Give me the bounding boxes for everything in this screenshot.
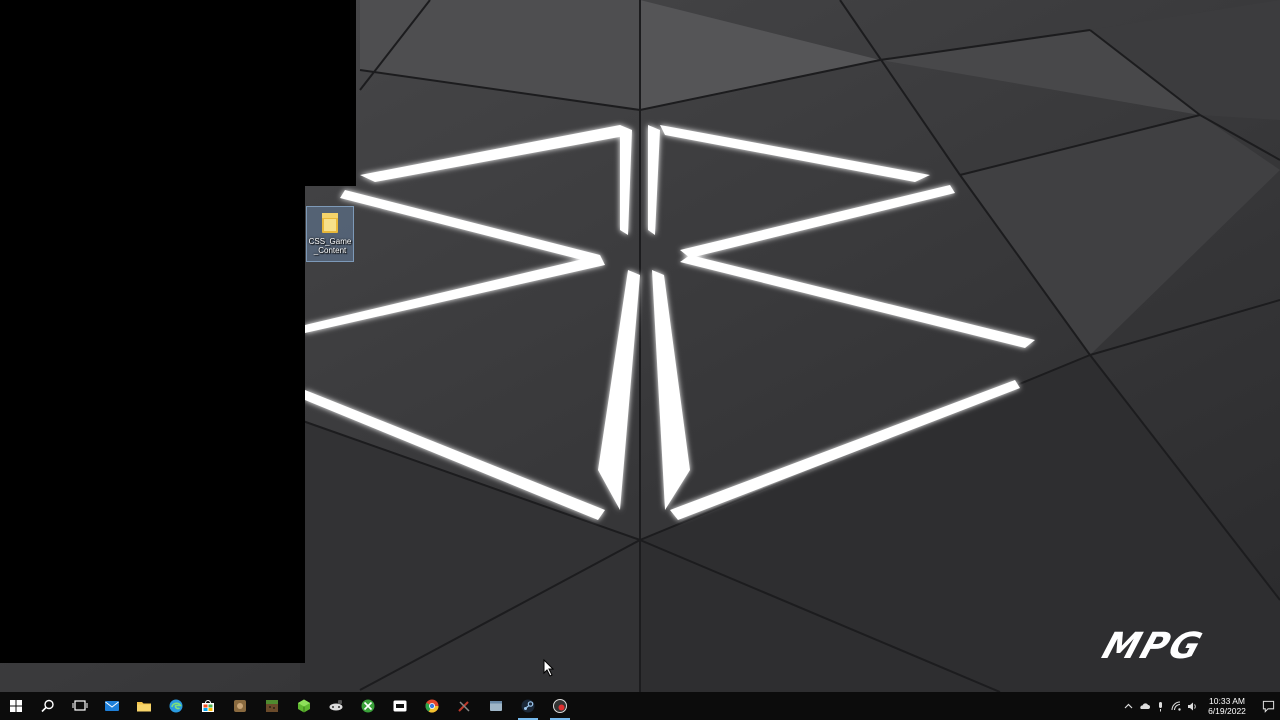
tray-microphone[interactable]: [1152, 692, 1168, 720]
taskbar-app-edge[interactable]: [160, 692, 192, 720]
taskbar-app-list: [96, 692, 576, 720]
clock-date: 6/19/2022: [1208, 706, 1246, 716]
steam-icon: [521, 699, 535, 713]
notification-icon: [1262, 700, 1274, 713]
search-icon: [41, 699, 54, 713]
tools-icon: [458, 701, 470, 712]
mouse-cursor-icon: [543, 659, 555, 677]
clock-time: 10:33 AM: [1209, 696, 1245, 706]
controller-icon: [329, 700, 343, 711]
taskbar-app-game-app-2[interactable]: [288, 692, 320, 720]
taskbar-app-steam[interactable]: [512, 692, 544, 720]
taskbar-app-app-recorder[interactable]: [544, 692, 576, 720]
blank-region-top: [305, 0, 356, 186]
taskbar-app-file-explorer[interactable]: [128, 692, 160, 720]
square-app-icon: [393, 700, 407, 712]
brand-logo: MPG: [1097, 626, 1209, 667]
taskbar-app-game-app-1[interactable]: [224, 692, 256, 720]
taskbar-app-app-controller[interactable]: [320, 692, 352, 720]
network-icon: [1171, 701, 1181, 711]
taskbar-app-minecraft[interactable]: [256, 692, 288, 720]
task-view-icon: [72, 700, 88, 711]
desktop-screen: CSS_Game_Content MPG 10:33 AM 6/19/2022: [0, 0, 1280, 720]
cloud-icon: [1139, 702, 1150, 709]
folder-icon: [137, 702, 151, 712]
xbox-icon: [361, 699, 375, 713]
taskbar-app-app-tools[interactable]: [448, 692, 480, 720]
minecraft-icon: [266, 700, 278, 712]
search-button[interactable]: [32, 692, 64, 720]
windows-start-icon: [10, 700, 22, 712]
game-icon: [234, 700, 246, 712]
taskbar: 10:33 AM 6/19/2022: [0, 692, 1280, 720]
edge-icon: [169, 699, 183, 713]
task-view-button[interactable]: [64, 692, 96, 720]
action-center-button[interactable]: [1256, 692, 1280, 720]
tray-onedrive[interactable]: [1136, 692, 1152, 720]
store-icon: [202, 700, 214, 712]
taskbar-app-app-square[interactable]: [384, 692, 416, 720]
taskbar-app-xbox[interactable]: [352, 692, 384, 720]
taskbar-app-store[interactable]: [192, 692, 224, 720]
taskbar-app-mail[interactable]: [96, 692, 128, 720]
taskbar-clock[interactable]: 10:33 AM 6/19/2022: [1204, 696, 1250, 716]
recorder-icon: [553, 699, 567, 713]
start-button[interactable]: [0, 692, 32, 720]
window-app-icon: [490, 701, 502, 711]
taskbar-app-chrome[interactable]: [416, 692, 448, 720]
tray-overflow-button[interactable]: [1120, 692, 1136, 720]
microphone-icon: [1158, 701, 1162, 711]
cube-icon: [298, 699, 310, 713]
tray-network[interactable]: [1168, 692, 1184, 720]
volume-icon: [1187, 702, 1196, 710]
taskbar-app-app-window[interactable]: [480, 692, 512, 720]
chevron-up-icon: [1124, 703, 1132, 708]
tray-volume[interactable]: [1184, 692, 1200, 720]
chrome-icon: [425, 699, 439, 713]
desktop-icon-label: CSS_Game_Content: [308, 237, 352, 255]
desktop-icon-css-game-content[interactable]: CSS_Game_Content: [306, 206, 354, 262]
blank-region-left: [0, 0, 305, 663]
system-tray: 10:33 AM 6/19/2022: [1120, 692, 1280, 720]
mail-icon: [105, 701, 119, 711]
folder-icon: [322, 213, 338, 233]
